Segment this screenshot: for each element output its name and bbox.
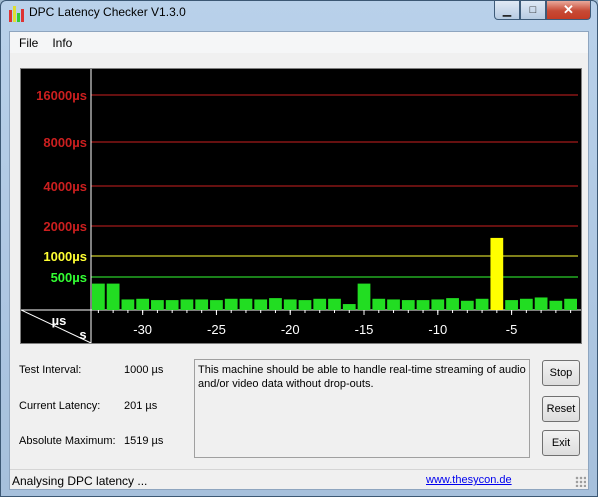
y-tick-label: 4000µs — [43, 179, 87, 194]
minimize-button[interactable]: ▁ — [494, 1, 520, 20]
menu-file[interactable]: File — [12, 36, 45, 50]
latency-bar — [269, 298, 282, 310]
latency-bar — [92, 283, 105, 310]
x-tick-label: -15 — [355, 322, 374, 337]
latency-bar — [195, 299, 209, 310]
resize-grip-icon[interactable] — [575, 476, 586, 487]
latency-bar — [564, 298, 577, 310]
x-tick-label: -20 — [281, 322, 300, 337]
y-tick-label: 2000µs — [43, 219, 87, 234]
status-text: Analysing DPC latency ... — [12, 474, 148, 488]
latency-bar — [549, 300, 563, 310]
latency-bar — [283, 299, 297, 310]
latency-bar — [401, 300, 415, 310]
reset-button[interactable]: Reset — [542, 396, 580, 422]
app-bar-chart-icon — [8, 6, 24, 22]
corner-unit-bottom: s — [79, 327, 86, 342]
latency-bar — [431, 299, 445, 310]
app-window: DPC Latency Checker V1.3.0 ▁ □ ✕ File In… — [0, 0, 598, 497]
latency-bar — [151, 300, 164, 310]
corner-unit-top: µs — [52, 313, 67, 328]
website-link[interactable]: www.thesycon.de — [426, 474, 512, 486]
test-interval-value: 1000 µs — [124, 364, 164, 376]
x-tick-label: -10 — [428, 322, 447, 337]
latency-bar — [534, 297, 548, 310]
x-tick-label: -25 — [207, 322, 226, 337]
latency-bar — [224, 298, 238, 310]
latency-bar — [342, 304, 356, 310]
maximize-button[interactable]: □ — [520, 1, 546, 20]
title-bar[interactable]: DPC Latency Checker V1.3.0 ▁ □ ✕ — [1, 1, 597, 31]
latency-bar — [372, 298, 386, 310]
y-tick-label: 16000µs — [36, 88, 87, 103]
latency-bar — [106, 283, 120, 310]
latency-bar — [180, 299, 194, 310]
latency-chart-svg: 16000µs 8000µs 4000µs 2000µs 1000µs 500µs µss -… — [21, 69, 581, 343]
test-interval-label: Test Interval: — [19, 364, 82, 376]
latency-bar — [519, 298, 533, 310]
latency-bar — [416, 300, 430, 310]
exit-button[interactable]: Exit — [542, 430, 580, 456]
latency-bar — [357, 283, 371, 310]
y-tick-label: 1000µs — [43, 249, 87, 264]
latency-bar — [165, 300, 179, 310]
current-latency-value: 201 µs — [124, 400, 158, 412]
latency-bar — [210, 300, 223, 310]
absolute-max-value: 1519 µs — [124, 435, 164, 447]
x-tick-label: -30 — [133, 322, 152, 337]
latency-bar — [254, 299, 268, 310]
y-tick-label: 500µs — [51, 270, 87, 285]
latency-bar — [313, 298, 327, 310]
latency-bar — [328, 298, 341, 310]
latency-bar — [121, 299, 135, 310]
latency-bar — [505, 300, 518, 310]
status-bar: Analysing DPC latency ... www.thesycon.d… — [10, 469, 588, 489]
latency-chart: 16000µs 8000µs 4000µs 2000µs 1000µs 500µs µs s -… — [20, 68, 582, 344]
stop-button[interactable]: Stop — [542, 360, 580, 386]
latency-bar — [490, 237, 504, 310]
y-tick-label: 8000µs — [43, 135, 87, 150]
status-message: This machine should be able to handle re… — [194, 359, 530, 458]
latency-bar — [387, 299, 400, 310]
close-button[interactable]: ✕ — [546, 1, 591, 20]
current-latency-label: Current Latency: — [19, 400, 101, 412]
latency-bar — [475, 298, 489, 310]
window-title: DPC Latency Checker V1.3.0 — [29, 5, 186, 19]
latency-bar — [460, 300, 474, 310]
latency-bar — [136, 298, 150, 310]
latency-bar — [446, 298, 459, 310]
latency-bar — [298, 300, 312, 310]
absolute-max-label: Absolute Maximum: — [19, 435, 116, 447]
latency-bar — [239, 298, 253, 310]
x-tick-label: -5 — [506, 322, 518, 337]
menu-bar: File Info — [10, 32, 588, 53]
menu-info[interactable]: Info — [45, 36, 79, 50]
client-area: File Info 16000µs 8000µs 4000µs 2000µs 1000µ… — [9, 31, 589, 490]
